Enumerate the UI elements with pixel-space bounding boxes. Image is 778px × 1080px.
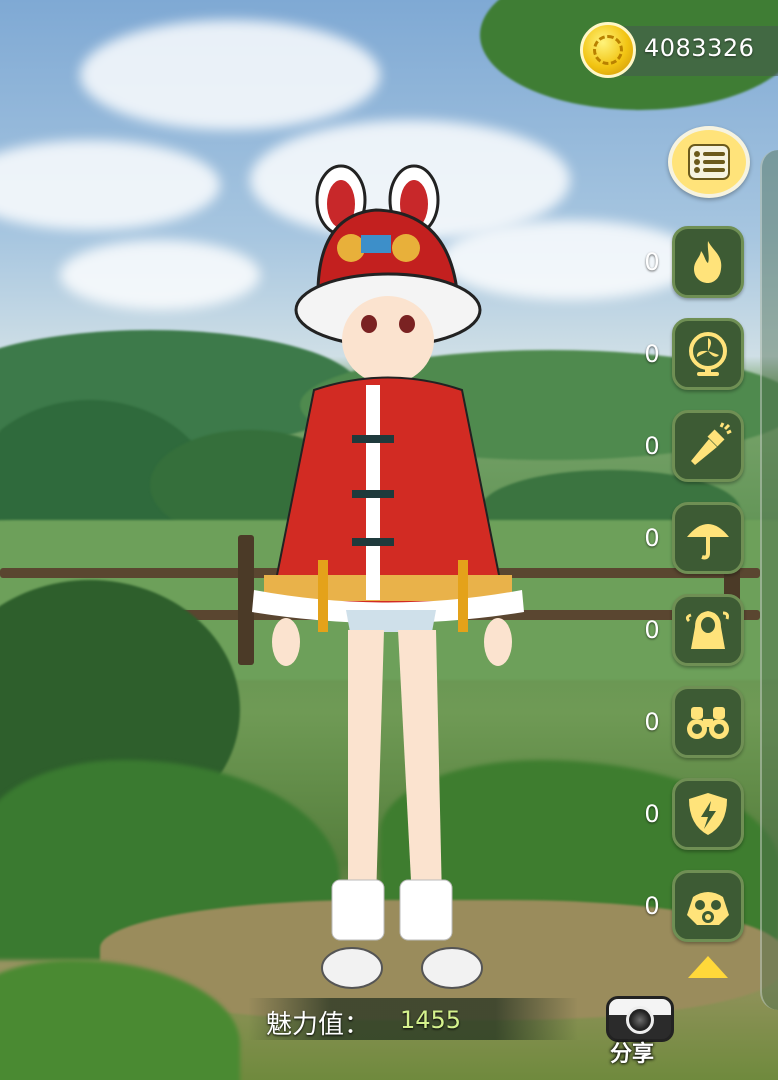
fan-count: 0 bbox=[644, 340, 660, 368]
tool-raincoat-button[interactable] bbox=[672, 594, 744, 666]
gas-mask-count: 0 bbox=[644, 892, 660, 920]
tool-fire-button[interactable] bbox=[672, 226, 744, 298]
flashlight-count: 0 bbox=[644, 432, 660, 460]
binoculars-count: 0 bbox=[644, 708, 660, 736]
tool-lightning-shield-button[interactable] bbox=[672, 778, 744, 850]
share-label: 分享 bbox=[610, 1042, 655, 1067]
lightning-shield-icon bbox=[689, 793, 727, 835]
tool-binoculars-button[interactable] bbox=[672, 686, 744, 758]
flashlight-icon bbox=[691, 422, 732, 465]
raincoat-count: 0 bbox=[644, 616, 660, 644]
umbrella-icon bbox=[687, 524, 729, 560]
gold-coin-icon bbox=[580, 22, 636, 78]
triangle-up-icon[interactable] bbox=[688, 956, 728, 978]
menu-button[interactable] bbox=[668, 126, 750, 198]
tool-gas-mask-button[interactable] bbox=[672, 870, 744, 942]
fan-icon bbox=[689, 332, 727, 376]
tool-umbrella-button[interactable] bbox=[672, 502, 744, 574]
charm-label: 魅力值： bbox=[266, 1010, 371, 1040]
fire-icon bbox=[694, 241, 722, 283]
list-icon bbox=[688, 144, 730, 180]
camera-lens bbox=[626, 1006, 654, 1034]
umbrella-count: 0 bbox=[644, 524, 660, 552]
lightning-shield-count: 0 bbox=[644, 800, 660, 828]
charm-value: 1455 bbox=[400, 1006, 462, 1034]
fire-count: 0 bbox=[644, 248, 660, 276]
coin-amount: 4083326 bbox=[644, 34, 755, 62]
share-button[interactable]: 分享 bbox=[600, 992, 680, 1067]
tool-flashlight-button[interactable] bbox=[672, 410, 744, 482]
binoculars-icon bbox=[687, 707, 729, 739]
player-character[interactable] bbox=[246, 160, 536, 990]
tool-fan-button[interactable] bbox=[672, 318, 744, 390]
raincoat-icon bbox=[685, 611, 729, 649]
gas-mask-icon bbox=[687, 892, 729, 925]
tool-panel bbox=[760, 150, 778, 1010]
